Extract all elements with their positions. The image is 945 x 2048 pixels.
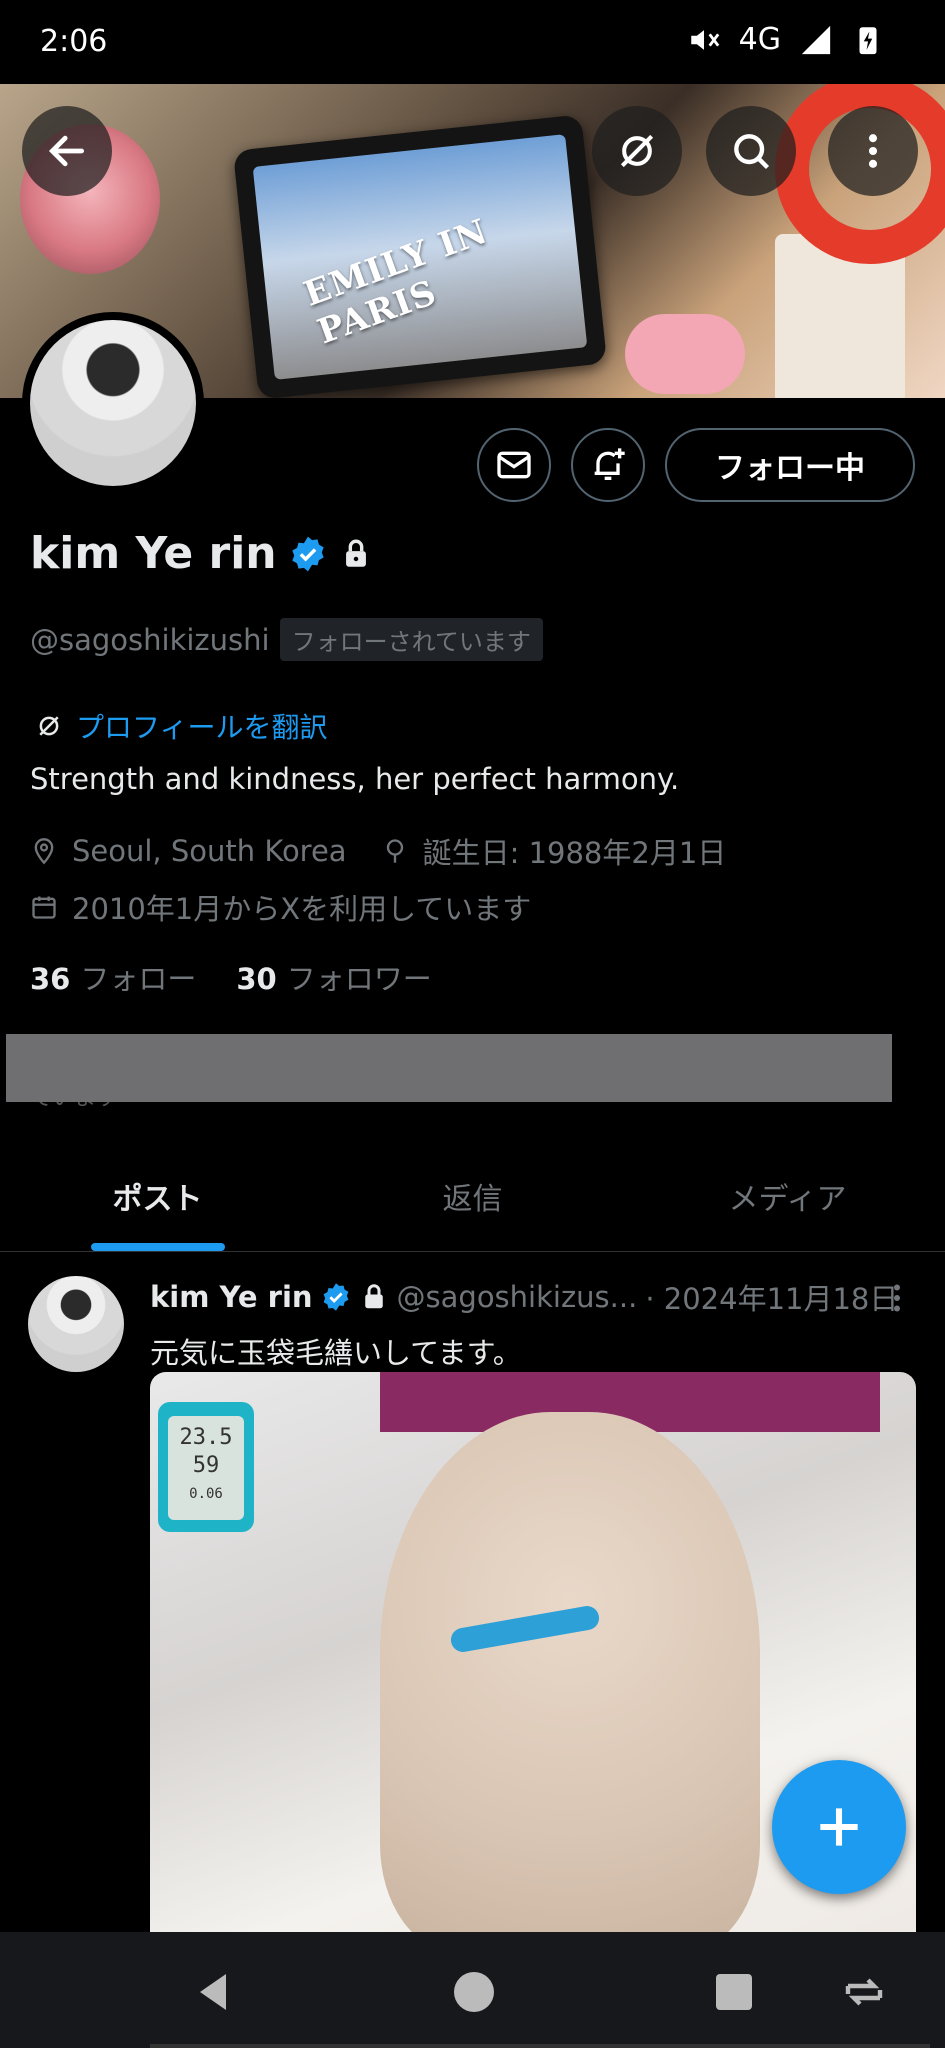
translate-button[interactable] — [592, 106, 682, 196]
nav-back-icon[interactable] — [190, 1968, 238, 2016]
post-avatar[interactable] — [28, 1276, 124, 1372]
translate-label: プロフィールを翻訳 — [76, 711, 328, 744]
display-name: kim Ye rin — [30, 528, 277, 579]
name-row: kim Ye rin — [30, 528, 373, 579]
image-cat — [380, 1412, 760, 1952]
message-button[interactable] — [477, 428, 551, 502]
follow-counts: 36 フォロー 30 フォロワー — [30, 956, 432, 998]
status-bar: 2:06 4G — [0, 0, 945, 84]
network-label: 4G — [738, 22, 781, 57]
following-label: フォロー — [80, 962, 197, 996]
banner-tablet-text: EMILY IN PARIS — [298, 211, 494, 353]
follows-you-badge: フォローされています — [279, 618, 543, 661]
tab-replies[interactable]: 返信 — [315, 1140, 630, 1251]
verified-icon — [323, 1283, 348, 1311]
profile-birthday: 誕生日: 1988年2月1日 — [422, 836, 727, 870]
nav-gesture-line — [150, 2044, 930, 2048]
status-icons: 4G — [687, 22, 885, 57]
nav-recents-icon[interactable] — [710, 1968, 758, 2016]
calendar-icon — [32, 896, 56, 919]
joined-row: 2010年1月からXを利用しています — [30, 886, 531, 928]
thermo-extra: 0.06 — [189, 1486, 223, 1502]
banner-tablet: EMILY IN PARIS — [232, 114, 608, 398]
more-options-button[interactable] — [828, 106, 918, 196]
signal-icon — [801, 25, 831, 54]
thermo-temp: 23.5 — [179, 1425, 233, 1450]
mute-icon — [690, 29, 719, 50]
post-date: · 2024年11月18日 — [645, 1282, 899, 1316]
birthday-icon — [386, 839, 403, 863]
back-button[interactable] — [22, 106, 112, 196]
profile-avatar[interactable] — [22, 312, 204, 494]
post-author-name: kim Ye rin — [150, 1280, 313, 1314]
profile-location: Seoul, South Korea — [72, 834, 347, 868]
banner-bow — [625, 314, 745, 394]
more-vert-icon[interactable] — [879, 1280, 915, 1316]
back-arrow-icon — [48, 135, 85, 167]
compose-button[interactable] — [772, 1760, 906, 1894]
profile-handle: @sagoshikizushi — [30, 622, 270, 657]
location-birthday-row: Seoul, South Korea 誕生日: 1988年2月1日 — [30, 830, 726, 872]
search-button[interactable] — [706, 106, 796, 196]
profile-tabs: ポスト 返信 メディア — [0, 1140, 945, 1252]
bell-plus-icon — [594, 448, 625, 480]
tab-media[interactable]: メディア — [630, 1140, 945, 1251]
redacted-followed-by — [6, 1034, 892, 1102]
followers-label: フォロワー — [286, 962, 432, 996]
followers-count: 30 — [236, 962, 277, 996]
thermo-humidity: 59 — [192, 1453, 220, 1478]
search-icon — [734, 134, 770, 170]
translate-icon — [39, 716, 59, 736]
notifications-button[interactable] — [571, 428, 645, 502]
following-count: 36 — [30, 962, 71, 996]
rotate-icon[interactable] — [840, 1968, 888, 2016]
following-button[interactable]: フォロー中 — [665, 428, 915, 502]
following-count-link[interactable]: 36 フォロー — [30, 956, 196, 998]
image-thermometer: 23.5 59 0.06 — [158, 1402, 254, 1532]
message-icon — [497, 451, 531, 479]
profile-bio: Strength and kindness, her perfect harmo… — [30, 762, 680, 796]
nav-home-icon[interactable] — [450, 1968, 498, 2016]
tab-posts[interactable]: ポスト — [0, 1140, 315, 1251]
verified-icon — [291, 536, 324, 571]
post-header: kim Ye rin @sagoshikizus... · 2024年11月18… — [150, 1276, 898, 1318]
followers-count-link[interactable]: 30 フォロワー — [236, 956, 431, 998]
translate-profile-link[interactable]: プロフィールを翻訳 — [34, 706, 327, 746]
post-author-handle: @sagoshikizus... — [396, 1280, 638, 1314]
location-icon — [34, 838, 54, 865]
profile-joined: 2010年1月からXを利用しています — [72, 892, 532, 926]
status-time: 2:06 — [40, 24, 108, 59]
more-vert-icon — [868, 134, 878, 168]
battery-icon — [859, 26, 877, 54]
compose-plus-icon — [820, 1808, 858, 1846]
lock-icon — [345, 539, 366, 567]
handle-row: @sagoshikizushi フォローされています — [30, 618, 543, 661]
translate-icon — [620, 134, 654, 168]
profile-actions: フォロー中 — [477, 428, 915, 502]
post-text: 元気に玉袋毛繕いしてます。 — [150, 1336, 522, 1370]
system-nav-bar — [0, 1932, 945, 2048]
lock-icon — [364, 1284, 383, 1309]
